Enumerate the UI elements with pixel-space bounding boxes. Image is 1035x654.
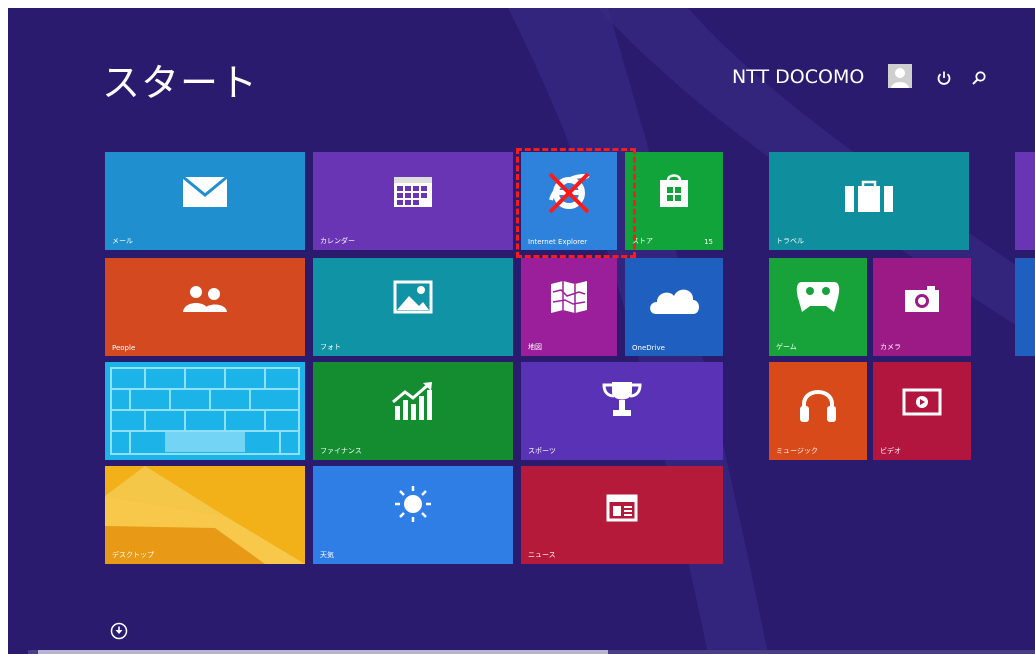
- mail-icon: [182, 176, 228, 207]
- tile-travel[interactable]: トラベル: [769, 152, 969, 250]
- tile-weather[interactable]: 天気: [313, 466, 513, 564]
- map-icon: [551, 281, 587, 313]
- tile-mail[interactable]: メール: [105, 152, 305, 250]
- start-title: スタート: [102, 61, 259, 105]
- tile-label: ニュース: [528, 551, 556, 559]
- start-screen: スタート NTT DOCOMO メール カレンダー Internet Explo…: [8, 8, 1035, 654]
- tile-label: ゲーム: [776, 343, 797, 351]
- tile-label: 天気: [320, 551, 334, 559]
- tile-games[interactable]: ゲーム: [769, 258, 867, 356]
- tile-internet-explorer[interactable]: Internet Explorer: [521, 152, 617, 250]
- suitcase-icon: [845, 180, 893, 212]
- tile-label: デスクトップ: [112, 551, 154, 559]
- tile-partial-right[interactable]: [1015, 152, 1035, 250]
- tile-photos[interactable]: フォト: [313, 258, 513, 356]
- tile-partial-right-2[interactable]: [1015, 258, 1035, 356]
- user-avatar-icon[interactable]: [888, 64, 912, 88]
- search-icon[interactable]: [969, 68, 989, 88]
- keyboard-pattern: [110, 367, 300, 455]
- tile-onedrive[interactable]: OneDrive: [625, 258, 723, 356]
- tile-desktop[interactable]: デスクトップ: [105, 466, 305, 564]
- tile-calendar[interactable]: カレンダー: [313, 152, 513, 250]
- tile-finance[interactable]: ファイナンス: [313, 362, 513, 460]
- camera-icon: [905, 286, 939, 312]
- store-badge: 15: [704, 238, 713, 246]
- tile-label: ビデオ: [880, 447, 901, 455]
- tile-people[interactable]: People: [105, 258, 305, 356]
- finance-chart-icon: [392, 382, 432, 420]
- photo-icon: [393, 280, 433, 314]
- headphones-icon: [800, 390, 836, 422]
- disabled-x-mark: [548, 172, 590, 214]
- tile-label: Internet Explorer: [528, 238, 588, 246]
- tile-label: トラベル: [776, 237, 804, 245]
- tile-label: ストア: [632, 237, 653, 245]
- tile-music[interactable]: ミュージック: [769, 362, 867, 460]
- tile-label: フォト: [320, 343, 341, 351]
- sun-icon: [395, 486, 431, 522]
- people-icon: [183, 286, 227, 312]
- tile-label: People: [112, 344, 136, 352]
- power-icon[interactable]: [934, 68, 954, 88]
- store-bag-icon: [660, 174, 688, 207]
- tile-camera[interactable]: カメラ: [873, 258, 971, 356]
- tile-video[interactable]: ビデオ: [873, 362, 971, 460]
- tile-sports[interactable]: スポーツ: [521, 362, 723, 460]
- down-arrow-circle-icon[interactable]: [110, 622, 128, 640]
- tile-label: ミュージック: [776, 447, 818, 455]
- tile-store[interactable]: ストア 15: [625, 152, 723, 250]
- user-name[interactable]: NTT DOCOMO: [732, 66, 864, 88]
- tile-label: スポーツ: [528, 447, 556, 455]
- scrollbar-thumb[interactable]: [38, 650, 608, 654]
- tile-label: ファイナンス: [320, 447, 362, 455]
- tile-label: カメラ: [880, 343, 901, 351]
- tile-maps[interactable]: 地図: [521, 258, 617, 356]
- tile-keyboard[interactable]: [105, 362, 305, 460]
- calendar-icon: [394, 177, 432, 207]
- cloud-icon: [650, 289, 699, 314]
- tile-label: カレンダー: [320, 237, 355, 245]
- tile-label: メール: [112, 237, 133, 245]
- trophy-icon: [602, 382, 642, 416]
- news-icon: [606, 494, 638, 522]
- video-icon: [902, 388, 942, 416]
- tile-news[interactable]: ニュース: [521, 466, 723, 564]
- tile-label: OneDrive: [632, 344, 665, 352]
- tile-label: 地図: [528, 343, 542, 351]
- game-controller-icon: [796, 282, 840, 312]
